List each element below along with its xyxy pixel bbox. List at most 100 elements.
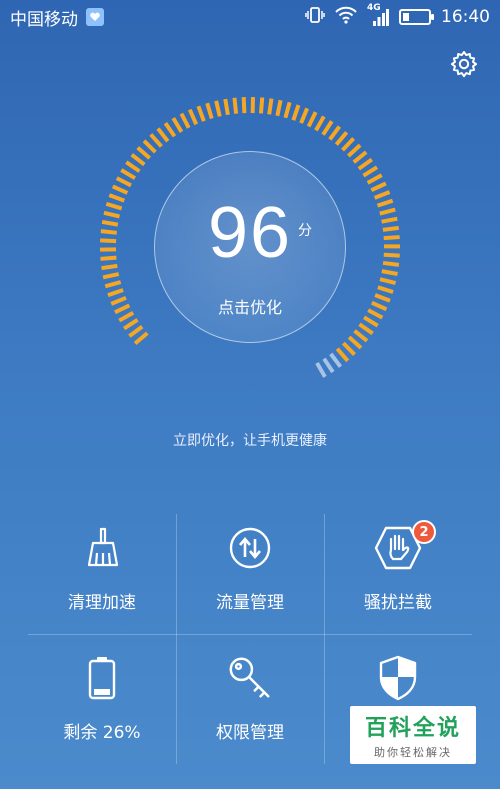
gauge-tick-active (357, 157, 373, 171)
gauge-tick-active (370, 181, 387, 193)
gauge-tick-active (101, 219, 119, 227)
gauge-tick-active (381, 216, 398, 224)
tile-harassment-block[interactable]: 2 骚扰拦截 (324, 514, 472, 634)
gauge-tick-active (149, 133, 163, 148)
tile-label: 流量管理 (216, 593, 284, 613)
grid-divider (28, 634, 472, 635)
gauge-tick-active (156, 127, 170, 143)
gauge-tick-active (382, 225, 400, 232)
gauge-tick-active (214, 100, 222, 117)
gauge-tick-active (374, 293, 391, 303)
optimize-button[interactable]: 96 分 点击优化 (154, 151, 346, 343)
gauge-tick-active (142, 139, 157, 154)
key-icon (226, 654, 274, 702)
signal-icon: 4G (367, 3, 389, 27)
gauge-tick-inactive (329, 352, 343, 368)
optimize-label: 点击优化 (217, 298, 282, 317)
gauge-tick-active (379, 207, 396, 216)
tile-label: 剩余 26% (63, 723, 141, 743)
gauge-tick-active (366, 173, 383, 185)
gauge-tick-active (100, 229, 117, 235)
gauge-tick-active (223, 98, 230, 116)
gauge-tick-active (258, 97, 265, 114)
tile-battery[interactable]: 剩余 26% (28, 644, 176, 764)
gauge-tick-active (382, 260, 400, 267)
gauge-tick-active (334, 131, 349, 146)
tile-cleanup[interactable]: 清理加速 (28, 514, 176, 634)
gauge-tick-active (111, 184, 129, 195)
gauge-tick-active (346, 143, 362, 158)
gauge-tick-active (373, 190, 391, 200)
gauge-tick-active (101, 263, 118, 271)
gauge-tick-active (371, 300, 388, 312)
gauge-tick-active (100, 255, 117, 261)
gauge-tick-active (376, 198, 394, 208)
watermark-logo: 百科全说 助你轻松解决 (350, 706, 476, 764)
gauge-tick-active (125, 160, 141, 173)
gauge-tick-active (122, 318, 139, 331)
gauge-tick-active (362, 165, 379, 178)
gauge-tick-active (120, 168, 137, 180)
gauge-tick-active (299, 107, 310, 124)
gauge-tick-active (163, 121, 177, 138)
gauge-tick-active (115, 176, 132, 188)
gauge-tick-active (114, 303, 131, 315)
gauge-tick-active (283, 101, 292, 119)
gauge-tick-active (205, 102, 214, 120)
hand-block-icon: 2 (374, 520, 436, 572)
tile-data-usage[interactable]: 流量管理 (176, 514, 324, 634)
gauge-tick-active (381, 269, 398, 276)
watermark-title: 百科全说 (364, 716, 461, 741)
gauge-tick-active (110, 295, 127, 306)
gauge-tick-active (105, 201, 123, 211)
gauge-tick-active (196, 105, 206, 122)
tagline: 立即优化，让手机更健康 (173, 433, 327, 449)
tile-label: 清理加速 (68, 593, 136, 613)
gauge-tick-active (353, 329, 369, 343)
gauge-tick-active (352, 150, 368, 164)
gauge-tick-active (377, 285, 394, 294)
broom-icon (78, 524, 126, 572)
battery-icon (78, 654, 126, 702)
gauge-tick-active (130, 153, 146, 167)
gauge-tick-active (383, 252, 400, 258)
gear-icon (450, 51, 478, 78)
gauge-tick-active (102, 272, 120, 280)
gauge-tick-active (104, 280, 122, 289)
settings-button[interactable] (446, 46, 482, 82)
battery-status-icon (399, 9, 434, 25)
tile-label: 权限管理 (216, 723, 284, 743)
gauge-tick-active (358, 322, 374, 336)
data-arrows-icon (226, 524, 274, 572)
gauge-tick-active (187, 108, 199, 126)
gauge-tick-active (347, 335, 363, 350)
status-bar: 中国移动 4G 16:40 (0, 0, 500, 34)
health-score: 96 (207, 193, 293, 273)
gauge-tick-active (341, 137, 356, 152)
tile-label: 骚扰拦截 (364, 593, 432, 613)
gauge-tick-active (341, 341, 356, 356)
gauge-tick-active (306, 111, 318, 128)
gauge-tick-active (128, 325, 144, 338)
gauge-tick-active (179, 112, 191, 129)
gauge-tick-inactive (315, 362, 327, 378)
gauge-tick-active (171, 117, 184, 133)
score-unit: 分 (298, 223, 312, 239)
watermark-subtitle: 助你轻松解决 (374, 746, 452, 759)
wifi-icon (335, 6, 357, 29)
gauge-tick-active (363, 315, 379, 328)
gauge-tick-active (241, 97, 247, 114)
gauge-tick-active (136, 146, 151, 160)
tile-permissions[interactable]: 权限管理 (176, 644, 324, 764)
gauge-tick-active (267, 98, 274, 115)
notification-badge: 2 (412, 520, 436, 544)
gauge-tick-active (118, 310, 135, 323)
gauge-tick-active (108, 193, 125, 203)
gauge-tick-active (314, 115, 326, 132)
gauge-tick-inactive (322, 357, 335, 374)
gauge-tick-active (383, 235, 400, 241)
gauge-tick-active (107, 288, 124, 298)
vibrate-icon (305, 6, 325, 29)
gauge-tick-active (103, 210, 120, 219)
gauge-tick-active (328, 125, 342, 141)
